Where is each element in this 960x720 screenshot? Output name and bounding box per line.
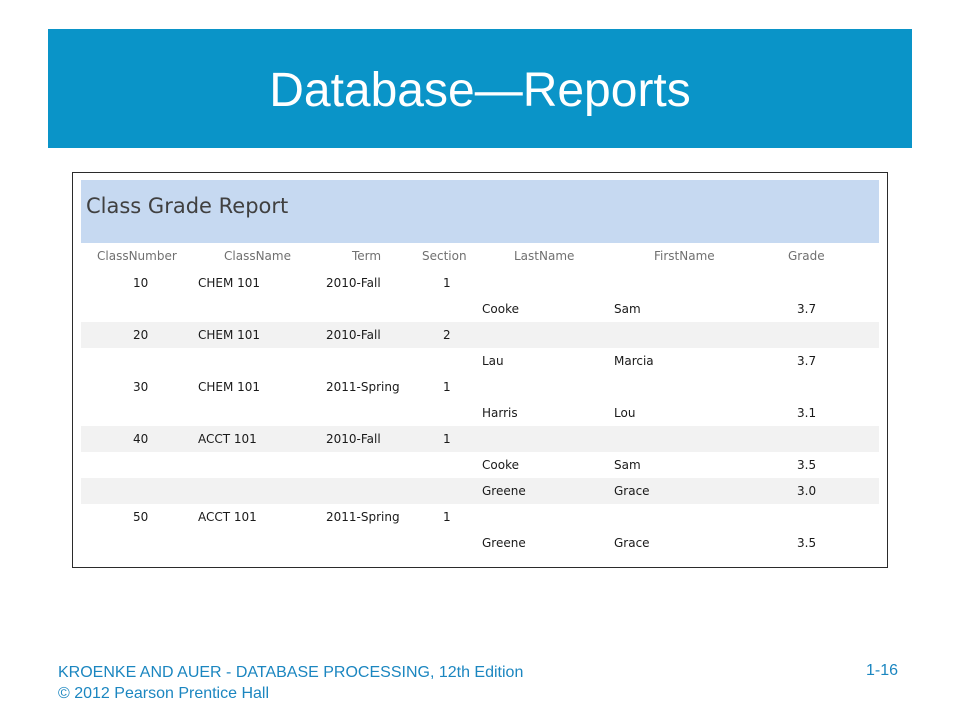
cell-grade: 3.5 xyxy=(797,536,817,550)
cell-lastname: Greene xyxy=(482,536,526,550)
cell-grade: 3.7 xyxy=(797,302,817,316)
table-row: Cooke Sam 3.5 xyxy=(81,452,879,478)
report-frame: Class Grade Report ClassNumber ClassName… xyxy=(72,172,888,568)
column-header-classnumber: ClassNumber xyxy=(97,249,177,263)
cell-firstname: Grace xyxy=(614,536,650,550)
table-row: Cooke Sam 3.7 xyxy=(81,296,879,322)
footer-copyright: © 2012 Pearson Prentice Hall xyxy=(58,685,270,702)
cell-firstname: Lou xyxy=(614,406,636,420)
column-header-grade: Grade xyxy=(788,249,825,263)
table-row: Lau Marcia 3.7 xyxy=(81,348,879,374)
cell-firstname: Sam xyxy=(614,458,641,472)
cell-firstname: Marcia xyxy=(614,354,654,368)
table-row: Greene Grace 3.0 xyxy=(81,478,879,504)
table-row: Greene Grace 3.5 xyxy=(81,530,879,556)
cell-lastname: Lau xyxy=(482,354,504,368)
cell-lastname: Harris xyxy=(482,406,518,420)
slide-title-bar: Database—Reports xyxy=(48,29,912,148)
cell-classnumber: 30 xyxy=(133,380,149,394)
table-row: 30 CHEM 101 2011-Spring 1 xyxy=(81,374,879,400)
cell-classname: CHEM 101 xyxy=(198,380,261,394)
cell-term: 2011-Spring xyxy=(326,380,400,394)
table-row: Harris Lou 3.1 xyxy=(81,400,879,426)
cell-classnumber: 20 xyxy=(133,328,149,342)
column-header-lastname: LastName xyxy=(514,249,575,263)
table-row: 10 CHEM 101 2010-Fall 1 xyxy=(81,270,879,296)
column-header-section: Section xyxy=(422,249,467,263)
cell-grade: 3.5 xyxy=(797,458,817,472)
cell-classname: ACCT 101 xyxy=(198,432,257,446)
cell-lastname: Greene xyxy=(482,484,526,498)
report-title: Class Grade Report xyxy=(86,194,289,218)
cell-grade: 3.0 xyxy=(797,484,817,498)
cell-term: 2011-Spring xyxy=(326,510,400,524)
cell-section: 1 xyxy=(443,432,451,446)
cell-section: 2 xyxy=(443,328,451,342)
column-header-term: Term xyxy=(352,249,382,263)
cell-classname: CHEM 101 xyxy=(198,276,261,290)
cell-classname: CHEM 101 xyxy=(198,328,261,342)
cell-classnumber: 50 xyxy=(133,510,149,524)
cell-lastname: Cooke xyxy=(482,458,519,472)
column-header-firstname: FirstName xyxy=(654,249,715,263)
footer-book-title: KROENKE AND AUER - DATABASE PROCESSING, … xyxy=(58,664,524,681)
column-header-classname: ClassName xyxy=(224,249,291,263)
cell-section: 1 xyxy=(443,510,451,524)
cell-firstname: Sam xyxy=(614,302,641,316)
slide-title: Database—Reports xyxy=(269,63,691,117)
cell-grade: 3.7 xyxy=(797,354,817,368)
cell-section: 1 xyxy=(443,380,451,394)
cell-classname: ACCT 101 xyxy=(198,510,257,524)
cell-lastname: Cooke xyxy=(482,302,519,316)
cell-term: 2010-Fall xyxy=(326,328,381,342)
cell-section: 1 xyxy=(443,276,451,290)
cell-grade: 3.1 xyxy=(797,406,817,420)
table-row: 40 ACCT 101 2010-Fall 1 xyxy=(81,426,879,452)
footer-credit: KROENKE AND AUER - DATABASE PROCESSING, … xyxy=(58,662,523,704)
cell-term: 2010-Fall xyxy=(326,276,381,290)
report-header: Class Grade Report xyxy=(81,180,879,243)
cell-classnumber: 10 xyxy=(133,276,149,290)
cell-term: 2010-Fall xyxy=(326,432,381,446)
column-header-row: ClassNumber ClassName Term Section LastN… xyxy=(81,243,879,269)
table-row: 50 ACCT 101 2011-Spring 1 xyxy=(81,504,879,530)
table-row: 20 CHEM 101 2010-Fall 2 xyxy=(81,322,879,348)
cell-firstname: Grace xyxy=(614,484,650,498)
page-number: 1-16 xyxy=(866,662,899,679)
cell-classnumber: 40 xyxy=(133,432,149,446)
